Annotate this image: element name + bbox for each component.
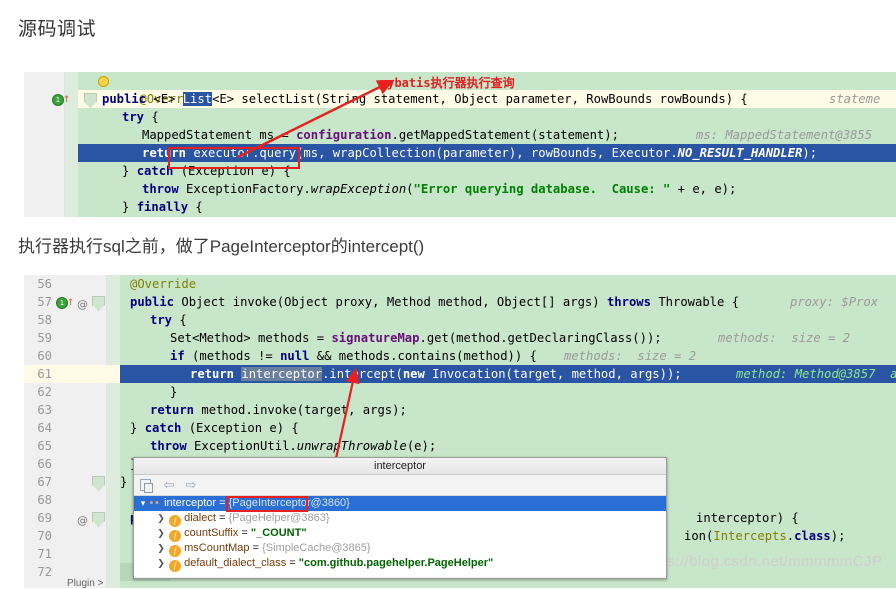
equals-sign: =	[238, 527, 251, 539]
up-arrow-icon-57: ↑	[67, 294, 75, 308]
line-number-63: 63	[37, 403, 52, 417]
code-line-6: } catch (Exception e) {	[122, 164, 291, 178]
variable-value: "_COUNT"	[250, 527, 307, 539]
debugger-value-popup[interactable]: interceptor ⇦ ⇨ ▾ 👓 interceptor = {PageIn…	[133, 457, 667, 579]
line-number-64: 64	[37, 421, 52, 435]
equals-sign: =	[249, 542, 263, 554]
popup-title: interceptor	[134, 458, 666, 475]
forward-arrow-icon[interactable]: ⇨	[184, 478, 198, 492]
code2-line-57: public Object invoke(Object proxy, Metho…	[130, 295, 740, 309]
line-number-65: 65	[37, 439, 52, 453]
code2-line-63: return method.invoke(target, args);	[150, 403, 407, 417]
code2-override: @Override	[130, 277, 197, 291]
chevron-right-icon[interactable]: ❯	[156, 526, 166, 541]
variable-name: countSuffix	[184, 527, 239, 539]
code2-line-64: } catch (Exception e) {	[130, 421, 299, 435]
code2-hint-methods-59: methods: size = 2	[718, 331, 851, 345]
tree-row[interactable]: ❯ f countSuffix = "_COUNT"	[134, 526, 666, 542]
equals-sign: =	[216, 497, 229, 509]
code-line-8: } finally {	[122, 200, 203, 214]
code2-line-60: if (methods != null && methods.contains(…	[170, 349, 537, 363]
variable-value: {SimpleCache@3865}	[262, 542, 371, 554]
line-number-72: 72	[37, 565, 52, 579]
line-number-71: 71	[37, 547, 52, 561]
page-title: 源码调试	[18, 19, 97, 40]
code2-line-69-tail: interceptor) {	[696, 511, 799, 525]
popup-toolbar[interactable]: ⇦ ⇨	[134, 475, 666, 496]
back-arrow-icon[interactable]: ⇦	[162, 478, 176, 492]
variable-name: interceptor	[164, 497, 217, 509]
selected-code-row-2-gutter	[120, 365, 138, 383]
code2-line-61: return interceptor.intercept(new Invocat…	[190, 367, 682, 381]
line-number-66: 66	[37, 457, 52, 471]
code2-line-65: throw ExceptionUtil.unwrapThrowable(e);	[150, 439, 437, 453]
selected-code-row-1-gutter	[78, 144, 96, 162]
code2-line-56: @Override	[130, 275, 196, 293]
line-number-62: 62	[37, 385, 52, 399]
code-block-selectlist: 1 ↑ @Override mybatis执行器执行查询 public <E> …	[24, 72, 896, 217]
variable-name: default_dialect_class	[184, 557, 287, 569]
line-number-70: 70	[37, 529, 52, 543]
code2-line-58: try {	[150, 313, 187, 327]
code2-hint-method-61: method: Method@3857 a	[736, 367, 896, 381]
chevron-right-icon[interactable]: ❯	[156, 541, 166, 556]
line-number-58: 58	[37, 313, 52, 327]
intention-bulb-icon[interactable]	[98, 76, 109, 87]
variable-name: dialect	[184, 512, 216, 524]
line-number-67: 67	[37, 475, 52, 489]
variable-value: "com.github.pagehelper.PageHelper"	[298, 557, 494, 569]
up-arrow-icon: ↑	[63, 91, 71, 105]
code2-line-59: Set<Method> methods = signatureMap.get(m…	[170, 331, 662, 345]
field-icon: f	[169, 560, 182, 572]
fold-strip-2	[107, 275, 120, 588]
line-number-60: 60	[37, 349, 52, 363]
tree-row[interactable]: ▾ 👓 interceptor = {PageInterceptor@3860}	[134, 496, 666, 511]
variable-value: {PageHelper@3863}	[228, 512, 330, 524]
code-hint-ms: ms: MappedStatement@3855	[696, 128, 873, 142]
line-number-69: 69	[37, 511, 52, 525]
chevron-down-icon[interactable]: ▾	[138, 496, 148, 511]
code2-line-67: }	[120, 475, 128, 489]
code2-hint-methods-60: methods: size = 2	[564, 349, 697, 363]
tree-row[interactable]: ❯ f default_dialect_class = "com.github.…	[134, 556, 666, 572]
line-number-68: 68	[37, 493, 52, 507]
tree-row[interactable]: ❯ f msCountMap = {SimpleCache@3865}	[134, 541, 666, 557]
variable-tree[interactable]: ▾ 👓 interceptor = {PageInterceptor@3860} …	[134, 496, 666, 577]
glasses-icon: 👓	[148, 498, 161, 509]
plugin-tool-tab[interactable]: Plugin >	[67, 578, 103, 589]
code-hint-statement: stateme	[829, 92, 881, 106]
at-sign-icon-57: @	[77, 298, 88, 311]
code-line-2: public <E> List<E> selectList(String sta…	[102, 92, 748, 106]
line-number-57: 57	[37, 295, 52, 309]
code2-hint-proxy: proxy: $Prox	[790, 295, 879, 309]
line-number-59: 59	[37, 331, 52, 345]
section-description: 执行器执行sql之前，做了PageInterceptor的intercept()	[18, 237, 425, 256]
copy-icon[interactable]	[140, 479, 153, 493]
tree-row[interactable]: ❯ f dialect = {PageHelper@3863}	[134, 511, 666, 527]
line-number-56: 56	[37, 277, 52, 291]
code-line-7: throw ExceptionFactory.wrapException("Er…	[142, 182, 737, 196]
equals-sign: =	[286, 557, 299, 569]
chevron-right-icon[interactable]: ❯	[156, 556, 166, 571]
watermark-url: https://blog.csdn.net/mmmmmCJP	[641, 553, 883, 570]
variable-value: {PageInterceptor@3860}	[228, 497, 350, 509]
variable-name: msCountMap	[184, 542, 250, 554]
code2-line-70-tail: ion(Intercepts.class);	[684, 529, 846, 543]
code-line-4: MappedStatement ms = configuration.getMa…	[142, 128, 619, 142]
line-number-61: 61	[37, 367, 52, 381]
code-line-3: try {	[122, 110, 159, 124]
code2-line-62: }	[170, 385, 178, 399]
equals-sign: =	[215, 512, 229, 524]
code-line-5: return executor.query(ms, wrapCollection…	[142, 146, 818, 160]
chevron-right-icon[interactable]: ❯	[156, 511, 166, 526]
at-sign-icon-69: @	[77, 514, 88, 527]
